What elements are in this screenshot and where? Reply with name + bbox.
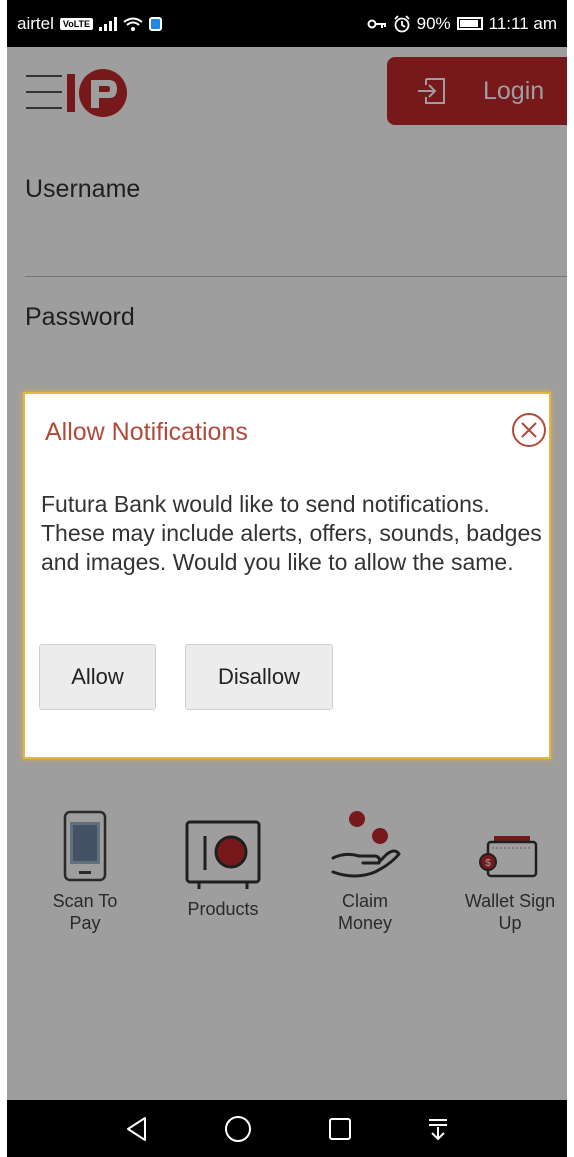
notification-pull-icon[interactable] [427, 1117, 449, 1141]
signal-icon [99, 16, 118, 31]
key-icon [367, 19, 386, 28]
device-screen: airtel VoLTE 90% 11:11 am Login Username… [7, 0, 567, 1157]
notification-dialog: Allow Notifications Futura Bank would li… [23, 392, 551, 759]
shield-icon [149, 16, 163, 31]
back-icon[interactable] [125, 1116, 149, 1142]
status-bar: airtel VoLTE 90% 11:11 am [7, 0, 567, 47]
status-bar-right: 90% 11:11 am [367, 14, 557, 34]
wifi-icon [123, 17, 143, 31]
carrier-name: airtel [17, 13, 54, 33]
alarm-icon [393, 14, 410, 32]
status-time: 11:11 am [488, 13, 557, 33]
disallow-button[interactable]: Disallow [185, 644, 333, 710]
volte-badge: VoLTE [59, 17, 94, 30]
battery-percent: 90% [416, 13, 451, 33]
navigation-bar [7, 1100, 567, 1157]
battery-icon [456, 17, 483, 30]
close-circle-icon[interactable] [511, 412, 547, 448]
allow-button[interactable]: Allow [39, 644, 156, 710]
dialog-message: Futura Bank would like to send notificat… [41, 491, 542, 575]
status-bar-left: airtel VoLTE [17, 13, 163, 34]
recents-icon[interactable] [328, 1117, 352, 1141]
dialog-title: Allow Notifications [45, 418, 248, 446]
home-icon[interactable] [224, 1115, 252, 1143]
